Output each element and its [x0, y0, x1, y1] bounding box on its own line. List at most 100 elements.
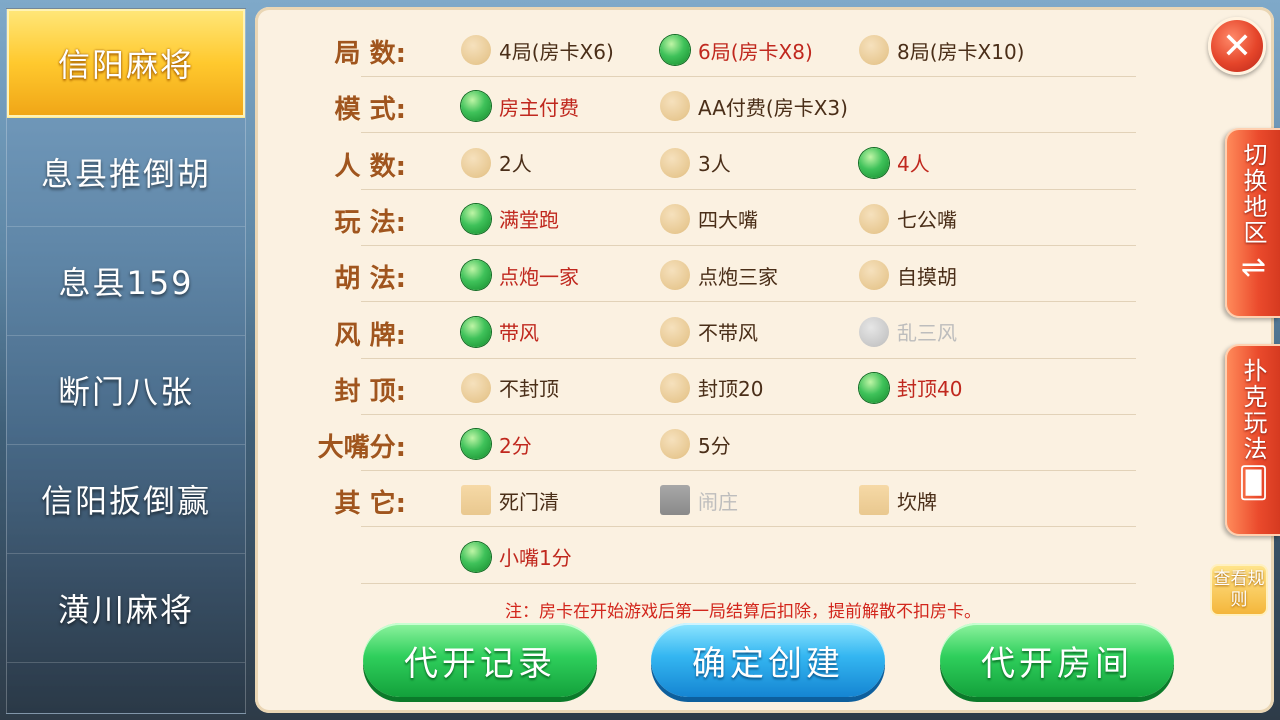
option-label: 四大嘴: [698, 208, 758, 233]
checkbox-icon: [660, 485, 690, 516]
radio-icon: [660, 316, 690, 347]
option-radio[interactable]: 4局(房卡X6): [461, 34, 614, 66]
option-label: 自摸胡: [897, 264, 957, 289]
option-label: 2人: [499, 152, 532, 177]
option-label: 闹庄: [698, 489, 738, 514]
radio-icon: [461, 147, 491, 178]
option-radio[interactable]: 封顶20: [660, 372, 763, 404]
option-radio[interactable]: 6局(房卡X8): [660, 34, 813, 66]
option-radio[interactable]: 点炮一家: [461, 259, 579, 291]
radio-icon: [859, 260, 889, 291]
option-row: 玩 法: 满堂跑 四大嘴 七公嘴: [255, 190, 1274, 246]
radio-icon: [461, 35, 491, 65]
sidebar-item-huangchuan-majiang[interactable]: 潢川麻将: [7, 554, 245, 663]
option-row-label: 玩 法:: [334, 207, 406, 238]
option-radio[interactable]: 点炮三家: [660, 259, 778, 291]
radio-icon: [461, 372, 491, 403]
radio-icon: [859, 316, 889, 347]
radio-icon: [461, 429, 491, 460]
checkbox-icon: [461, 485, 491, 516]
confirm-create-button[interactable]: 确定创建: [651, 623, 885, 697]
sidebar-item-duanmen-bazhang[interactable]: 断门八张: [7, 336, 245, 445]
option-radio[interactable]: 2分: [461, 428, 532, 460]
close-icon[interactable]: ✕: [1208, 17, 1266, 75]
option-radio[interactable]: 不封顶: [461, 372, 559, 404]
option-row-label: 大嘴分:: [317, 433, 406, 464]
option-checkbox[interactable]: 坎牌: [859, 484, 937, 516]
option-label: 3人: [698, 152, 731, 177]
option-radio[interactable]: 4人: [859, 147, 930, 179]
radio-icon: [660, 203, 690, 234]
option-row: 其 它: 死门清 闹庄 坎牌: [255, 471, 1274, 528]
swap-arrows-icon: ⇌: [1240, 250, 1267, 285]
option-row: 模 式: 房主付费 AA付费(房卡X3): [255, 77, 1274, 134]
sidebar-item-xixian-159[interactable]: 息县159: [7, 227, 245, 336]
option-label: 4局(房卡X6): [499, 39, 614, 64]
option-radio[interactable]: 满堂跑: [461, 203, 559, 235]
proxy-room-button[interactable]: 代开房间: [940, 623, 1174, 697]
option-row: 风 牌: 带风 不带风 乱三风: [255, 303, 1274, 359]
option-label: 4人: [897, 152, 930, 177]
radio-icon: [660, 147, 690, 178]
option-row-label: 封 顶:: [334, 376, 406, 407]
option-label: 点炮一家: [499, 264, 579, 289]
radio-icon: [660, 372, 690, 403]
option-label: 6局(房卡X8): [698, 39, 813, 64]
option-radio[interactable]: 自摸胡: [859, 259, 957, 291]
option-radio[interactable]: 3人: [660, 147, 731, 179]
playing-card-icon: 🂠: [1238, 466, 1269, 501]
option-row-label: 人 数:: [334, 151, 406, 182]
sidebar-item-xixian-tuidaohu[interactable]: 息县推倒胡: [7, 118, 245, 227]
option-label: 5分: [698, 433, 731, 458]
poker-rules-tab[interactable]: 扑克玩法 🂠: [1225, 344, 1280, 536]
checkbox-icon: [859, 485, 889, 516]
radio-icon: [660, 260, 690, 291]
option-radio[interactable]: 封顶40: [859, 372, 962, 404]
radio-icon: [859, 35, 889, 65]
sidebar-item-xinyang-bandaoying[interactable]: 信阳扳倒赢: [7, 445, 245, 554]
option-label: 坎牌: [897, 489, 937, 514]
option-row-label: 模 式:: [334, 95, 406, 126]
option-label: 小嘴1分: [499, 546, 572, 571]
option-radio[interactable]: 四大嘴: [660, 203, 758, 235]
option-label: 封顶20: [698, 377, 764, 402]
option-radio[interactable]: 房主付费: [461, 90, 579, 122]
option-label: 不带风: [698, 321, 758, 345]
radio-icon: [859, 147, 889, 178]
option-label: 不封顶: [499, 377, 559, 402]
option-radio[interactable]: 5分: [660, 428, 731, 460]
region-sidebar: 信阳麻将 息县推倒胡 息县159 断门八张 信阳扳倒赢 潢川麻将: [6, 8, 246, 714]
option-label: 2分: [499, 433, 532, 458]
option-label: 带风: [499, 321, 539, 345]
poker-rules-label: 扑克玩法: [1239, 358, 1267, 462]
option-radio[interactable]: 小嘴1分: [461, 541, 572, 573]
option-row-label: 其 它:: [334, 489, 406, 520]
option-row: 大嘴分: 2分 5分: [255, 415, 1274, 472]
option-row-label: 胡 法:: [334, 264, 406, 295]
radio-icon: [660, 429, 690, 460]
switch-region-tab[interactable]: 切换地区 ⇌: [1225, 128, 1280, 318]
radio-icon: [859, 203, 889, 234]
sidebar-item-xinyang-majiang[interactable]: 信阳麻将: [7, 9, 245, 118]
option-row-label: 局 数:: [334, 39, 406, 69]
option-label: 乱三风: [897, 321, 957, 345]
option-checkbox: 闹庄: [660, 484, 738, 516]
option-label: 房主付费: [499, 95, 579, 120]
radio-icon: [461, 91, 491, 122]
option-radio[interactable]: AA付费(房卡X3): [660, 90, 848, 122]
row-divider: [361, 582, 1136, 584]
view-rules-button[interactable]: 查看规则: [1210, 564, 1268, 616]
option-radio: 乱三风: [859, 316, 957, 348]
option-radio[interactable]: 不带风: [660, 316, 758, 348]
radio-icon: [461, 541, 491, 572]
option-checkbox[interactable]: 死门清: [461, 484, 559, 516]
option-radio[interactable]: 2人: [461, 147, 532, 179]
room-card-note: 注：房卡在开始游戏后第一局结算后扣除，提前解散不扣房卡。: [505, 602, 981, 622]
option-radio[interactable]: 8局(房卡X10): [859, 34, 1024, 66]
option-radio[interactable]: 七公嘴: [859, 203, 957, 235]
radio-icon: [660, 35, 690, 65]
option-radio[interactable]: 带风: [461, 316, 539, 348]
option-row-label: 风 牌:: [334, 320, 406, 351]
proxy-record-button[interactable]: 代开记录: [363, 623, 597, 697]
option-label: 死门清: [499, 489, 559, 514]
